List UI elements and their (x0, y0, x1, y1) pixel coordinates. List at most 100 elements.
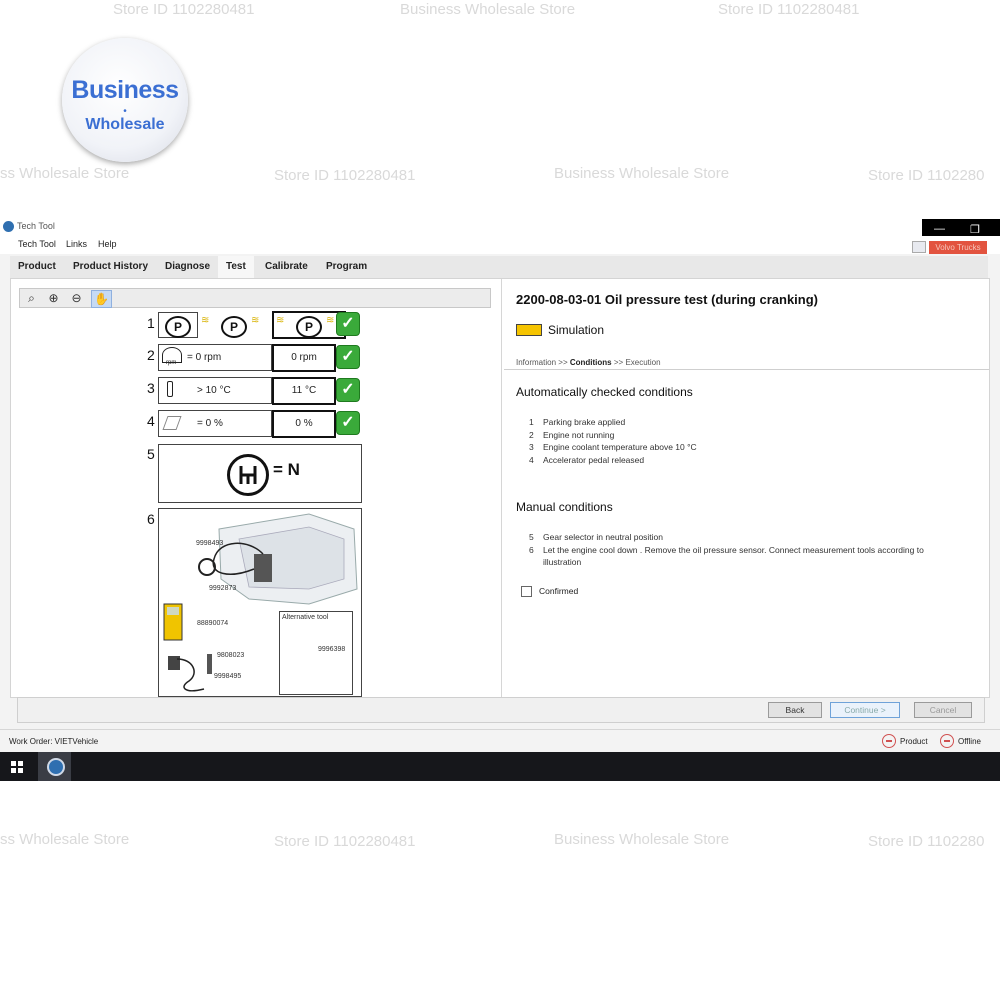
watermark: Business Wholesale Store (400, 1, 576, 18)
expected-value: > 10 °C (197, 385, 231, 396)
coolant-temp-expected: > 10 °C (158, 377, 272, 404)
engine-speed-expected: rpm = 0 rpm (158, 344, 272, 371)
item-text: Engine coolant temperature above 10 °C (543, 442, 697, 452)
store-logo-badge: Business • Wholesale (62, 38, 188, 162)
badge-line-1: Business (71, 76, 179, 104)
work-order-label: Work Order: VIETVehicle (9, 737, 99, 746)
item-number: 5 (529, 532, 534, 542)
accelerator-actual: 0 % (272, 410, 336, 438)
item-text: Engine not running (543, 430, 615, 440)
condition-row-number: 2 (147, 347, 155, 363)
item-number: 4 (529, 455, 534, 465)
item-text: Gear selector in neutral position (543, 532, 664, 542)
actual-value: 0 % (295, 418, 313, 429)
check-ok-icon: ✓ (336, 411, 360, 435)
gear-neutral-label: = N (273, 460, 300, 479)
menu-tech-tool[interactable]: Tech Tool (18, 239, 56, 249)
breadcrumb-execution: Execution (625, 358, 661, 367)
notification-icon[interactable] (912, 241, 926, 253)
item-number: 6 (529, 545, 534, 555)
badge-line-2: Wholesale (85, 116, 165, 133)
main-tabs: Product Product History Diagnose Test Ca… (10, 256, 988, 278)
window-title: Tech Tool (17, 221, 55, 231)
condition-row-number: 5 (147, 446, 155, 462)
condition-row-number: 3 (147, 380, 155, 396)
tab-program[interactable]: Program (318, 256, 375, 278)
manual-conditions-heading: Manual conditions (516, 500, 613, 514)
tool-part-label: 9998493 (196, 540, 224, 547)
rpm-unit-label: rpm (166, 360, 177, 366)
tab-product-history[interactable]: Product History (65, 256, 156, 278)
app-logo-icon (3, 221, 14, 232)
p-symbol: P (221, 316, 247, 338)
tool-part-label: 9992873 (209, 585, 237, 592)
engine-speed-actual: 0 rpm (272, 344, 336, 372)
pedal-icon (162, 416, 182, 430)
zoom-fit-icon[interactable]: ⌕ (22, 290, 41, 306)
breadcrumb: Information >> Conditions >> Execution (516, 358, 661, 367)
offline-status-icon (940, 734, 954, 748)
alternative-tool-box: Alternative tool 9996398 (279, 611, 353, 695)
alternative-tool-label: Alternative tool (282, 614, 329, 621)
breadcrumb-information: Information (516, 358, 557, 367)
check-ok-icon: ✓ (336, 312, 360, 336)
p-symbol: P (165, 316, 191, 338)
wizard-button-bar: Back Continue > Cancel (17, 697, 985, 723)
watermark: ss Wholesale Store (0, 831, 130, 848)
menu-links[interactable]: Links (66, 239, 87, 249)
confirmed-checkbox[interactable] (521, 586, 532, 597)
watermark: Store ID 1102280481 (113, 1, 255, 18)
windows-start-icon[interactable] (11, 761, 23, 773)
confirmed-label[interactable]: Confirmed (539, 586, 578, 596)
condition-row-number: 1 (147, 315, 155, 331)
condition-row-number: 4 (147, 413, 155, 429)
gear-selector-icon (227, 454, 269, 496)
pan-hand-icon[interactable]: ✋ (91, 290, 112, 308)
breadcrumb-separator: >> (558, 358, 568, 367)
item-text: Accelerator pedal released (543, 455, 645, 465)
breadcrumb-conditions: Conditions (569, 358, 612, 367)
watermark: Business Wholesale Store (554, 165, 730, 182)
taskbar-tech-tool-app[interactable] (38, 752, 71, 781)
item-number: 3 (529, 442, 534, 452)
zoom-out-icon[interactable]: ⊖ (67, 290, 86, 306)
panel-splitter[interactable] (501, 279, 502, 697)
back-button[interactable]: Back (768, 702, 822, 718)
expected-value: = 0 % (197, 418, 223, 429)
check-ok-icon: ✓ (336, 345, 360, 369)
tab-calibrate[interactable]: Calibrate (257, 256, 316, 278)
measurement-setup-illustration: 9998493 9992873 88890074 9808023 9998495… (158, 508, 362, 697)
cancel-button[interactable]: Cancel (914, 702, 972, 718)
watermark: Store ID 1102280481 (274, 833, 416, 850)
thermometer-icon (167, 381, 173, 397)
accelerator-expected: = 0 % (158, 410, 272, 437)
parking-brake-icon: P (158, 312, 198, 338)
continue-button[interactable]: Continue > (830, 702, 900, 718)
parking-brake-actual: ≋ P ≋ (272, 311, 346, 339)
auto-conditions-heading: Automatically checked conditions (516, 385, 693, 399)
offline-status-label: Offline (958, 737, 981, 746)
tech-tool-window: Tech Tool — ❐ Tech Tool Links Help Volvo… (0, 219, 1000, 753)
tool-part-label: 9996398 (318, 646, 346, 653)
volvo-trucks-button[interactable]: Volvo Trucks (929, 241, 987, 254)
watermark: Store ID 1102280 (868, 833, 985, 850)
tab-diagnose[interactable]: Diagnose (157, 256, 218, 278)
tool-part-label: 88890074 (197, 620, 229, 627)
tool-part-label: 9998495 (214, 673, 242, 680)
restore-button[interactable]: ❐ (970, 223, 980, 236)
simulation-label: Simulation (548, 323, 605, 337)
menu-help[interactable]: Help (98, 239, 117, 249)
tab-product[interactable]: Product (10, 256, 64, 278)
product-status-icon (882, 734, 896, 748)
test-title: 2200-08-03-01 Oil pressure test (during … (516, 292, 818, 307)
minimize-button[interactable]: — (934, 223, 945, 235)
item-text: illustration (543, 557, 582, 567)
item-number: 1 (529, 417, 534, 427)
tab-test[interactable]: Test (218, 256, 254, 278)
actual-value: 11 °C (291, 385, 317, 396)
actual-value: 0 rpm (291, 352, 317, 363)
item-text: Let the engine cool down . Remove the oi… (543, 545, 924, 555)
zoom-in-icon[interactable]: ⊕ (44, 290, 63, 306)
watermark: Store ID 1102280481 (718, 1, 860, 18)
status-bar: Work Order: VIETVehicle Product Offline (0, 729, 1000, 753)
